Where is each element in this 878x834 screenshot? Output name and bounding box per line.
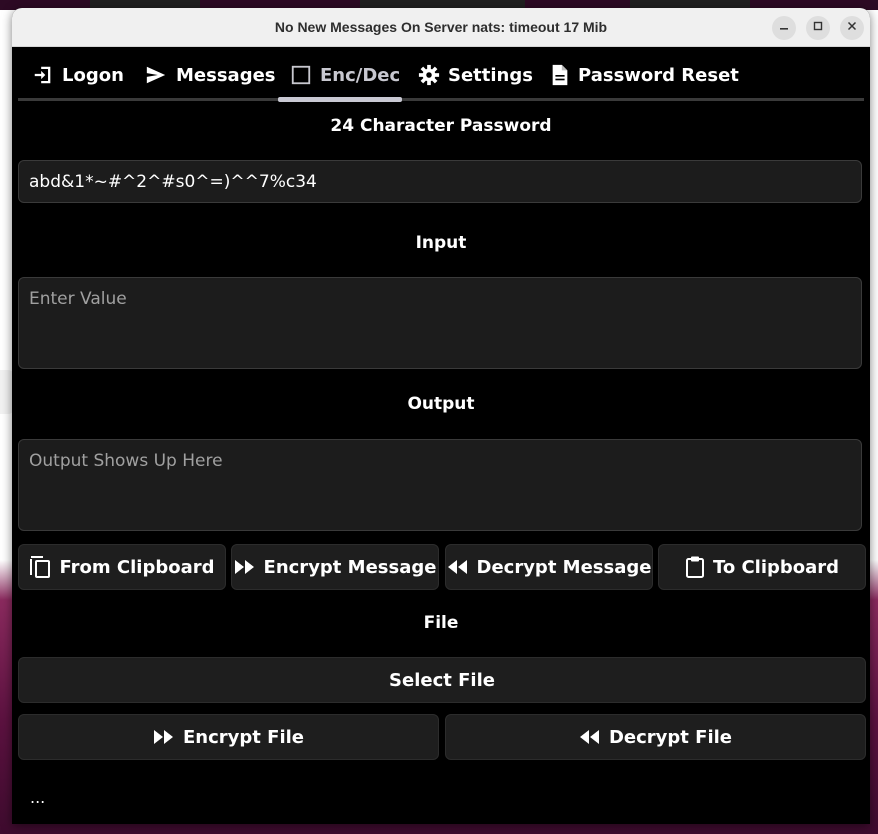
gear-icon [418,64,440,86]
send-icon [146,66,166,84]
rewind-icon [579,730,599,744]
button-label: From Clipboard [59,556,215,578]
active-tab-indicator [278,97,402,102]
password-input[interactable] [18,160,862,203]
to-clipboard-button[interactable]: To Clipboard [658,544,866,590]
button-label: To Clipboard [712,556,840,578]
button-label: Decrypt Message [476,556,652,578]
login-icon [34,66,51,84]
tab-enc-dec[interactable]: Enc/Dec [290,60,400,90]
input-label: Input [415,233,467,253]
output-label: Output [407,394,475,414]
encrypt-message-button[interactable]: Encrypt Message [231,544,439,590]
copy-icon [30,556,51,578]
fast-forward-icon [154,730,173,744]
input-textarea[interactable] [18,277,862,369]
close-icon [847,21,857,31]
close-button[interactable] [840,16,864,40]
output-textarea[interactable] [18,439,862,531]
minimize-button[interactable] [772,16,796,40]
encrypt-file-button[interactable]: Encrypt File [18,714,439,760]
window-title: No New Messages On Server nats: timeout … [274,19,608,35]
select-file-button[interactable]: Select File [18,657,866,703]
checkbox-icon [291,65,311,85]
fast-forward-icon [234,560,254,574]
button-label: Encrypt File [183,726,304,748]
tab-settings[interactable]: Settings [418,60,533,90]
rewind-icon [447,560,467,574]
decrypt-file-button[interactable]: Decrypt File [445,714,866,760]
button-label: Select File [389,669,495,691]
tab-logon[interactable]: Logon [32,60,124,90]
status-text: ... [30,788,46,807]
button-label: Encrypt Message [263,556,437,578]
title-bar: No New Messages On Server nats: timeout … [12,8,870,47]
from-clipboard-button[interactable]: From Clipboard [18,544,226,590]
tab-password-reset[interactable]: Password Reset [550,60,739,90]
document-icon [552,64,568,86]
maximize-icon [813,21,823,31]
password-label: 24 Character Password [330,116,552,136]
maximize-button[interactable] [806,16,830,40]
tab-label: Password Reset [578,64,739,86]
file-label: File [423,613,459,633]
tab-label: Messages [176,64,276,86]
tab-label: Enc/Dec [320,64,401,86]
tab-divider [18,98,864,101]
button-label: Decrypt File [608,726,733,748]
tab-label: Logon [62,64,124,86]
tab-label: Settings [448,64,533,86]
minimize-icon [780,28,788,30]
tab-bar: Logon Messages Enc/Dec Settings Password… [18,46,864,102]
clipboard-icon [685,556,704,578]
app-window: No New Messages On Server nats: timeout … [12,8,870,824]
tab-messages[interactable]: Messages [144,60,276,90]
decrypt-message-button[interactable]: Decrypt Message [445,544,653,590]
